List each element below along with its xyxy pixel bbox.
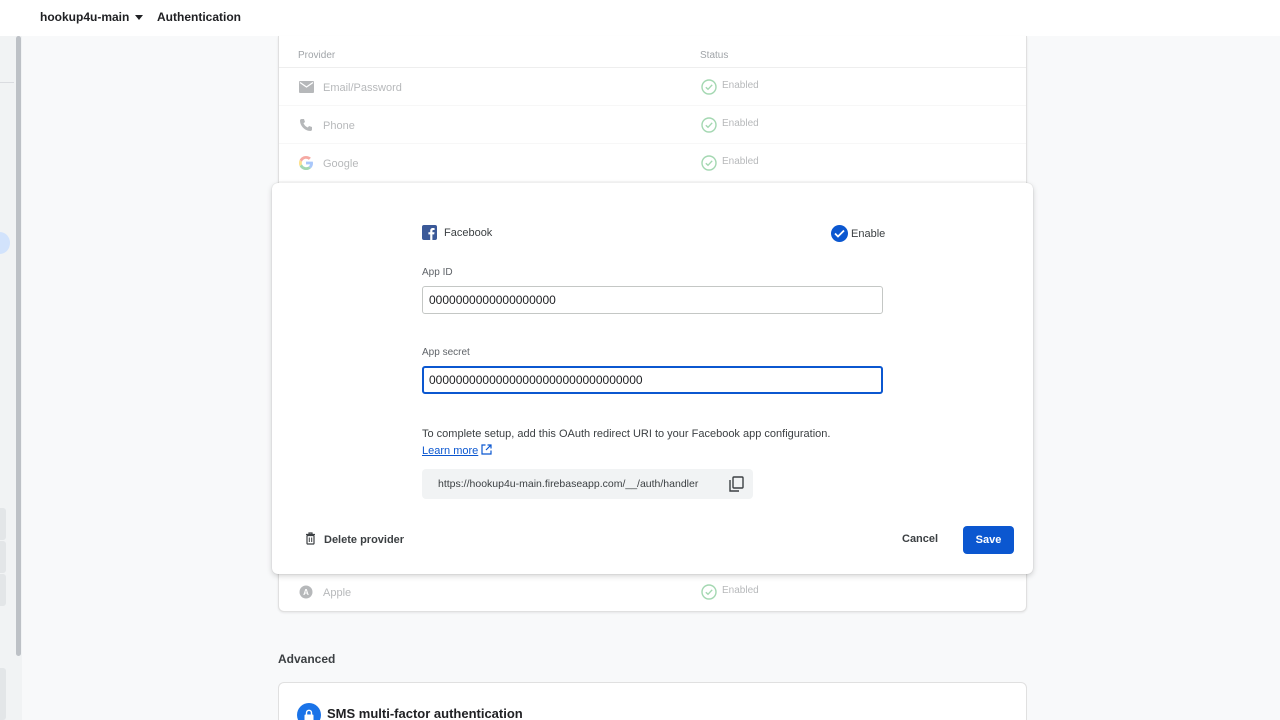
scrollbar[interactable] [16, 36, 21, 656]
phone-icon [298, 117, 314, 133]
project-switcher[interactable]: hookup4u-main [40, 10, 144, 24]
learn-more-label: Learn more [422, 445, 479, 457]
copy-icon[interactable] [728, 476, 744, 492]
rail-tab[interactable] [0, 574, 6, 606]
apple-icon: A [298, 584, 314, 600]
provider-column-header: Provider [298, 50, 336, 61]
app-id-label: App ID [422, 267, 453, 278]
provider-status: Enabled [722, 80, 759, 91]
check-circle-icon [701, 79, 717, 95]
provider-name: Apple [323, 587, 352, 599]
provider-status: Enabled [722, 156, 759, 167]
learn-more-link[interactable]: Learn more [422, 444, 492, 458]
providers-table-header: Provider Status [279, 36, 1026, 68]
lock-icon [297, 703, 321, 720]
enable-label: Enable [851, 227, 886, 240]
app-id-field[interactable] [422, 286, 883, 314]
svg-text:A: A [303, 588, 309, 597]
check-circle-icon [701, 584, 717, 600]
trash-icon [305, 532, 316, 548]
google-icon [298, 155, 314, 171]
delete-provider-button[interactable]: Delete provider [305, 532, 404, 548]
rail-active-indicator[interactable] [0, 232, 10, 254]
rail-tab[interactable] [0, 668, 6, 720]
provider-name: Google [323, 158, 359, 170]
save-button[interactable]: Save [963, 526, 1014, 554]
check-circle-icon [701, 155, 717, 171]
cancel-button[interactable]: Cancel [902, 533, 938, 545]
app-secret-label: App secret [422, 347, 470, 358]
left-nav-rail [0, 36, 22, 720]
mail-icon [298, 79, 314, 95]
provider-name: Email/Password [323, 82, 402, 94]
delete-provider-label: Delete provider [324, 534, 405, 546]
provider-row-apple[interactable]: A Apple Enabled [279, 573, 1026, 611]
provider-heading: Facebook [422, 225, 492, 240]
project-name: hookup4u-main [40, 10, 130, 24]
status-column-header: Status [700, 50, 729, 61]
checkmark-icon [831, 225, 848, 242]
provider-name: Phone [323, 120, 355, 132]
provider-row-phone[interactable]: Phone Enabled [279, 106, 1026, 144]
app-secret-field[interactable] [422, 366, 883, 394]
provider-status: Enabled [722, 118, 759, 129]
sms-mfa-title: SMS multi-factor authentication [327, 706, 523, 720]
sms-mfa-card[interactable]: SMS multi-factor authentication [278, 682, 1027, 720]
facebook-icon [422, 225, 437, 240]
rail-tab[interactable] [0, 541, 6, 573]
oauth-help-text: To complete setup, add this OAuth redire… [422, 428, 831, 440]
provider-name: Facebook [444, 226, 493, 239]
redirect-uri: https://hookup4u-main.firebaseapp.com/__… [438, 478, 699, 490]
provider-row-email[interactable]: Email/Password Enabled [279, 68, 1026, 106]
external-link-icon [481, 444, 492, 458]
check-circle-icon [701, 117, 717, 133]
page-title: Authentication [157, 10, 241, 24]
provider-status: Enabled [722, 585, 759, 596]
redirect-uri-box: https://hookup4u-main.firebaseapp.com/__… [422, 469, 753, 499]
provider-row-google[interactable]: Google Enabled [279, 144, 1026, 182]
top-bar: hookup4u-main Authentication [0, 0, 1280, 36]
enable-toggle[interactable]: Enable [831, 225, 885, 242]
rail-tab[interactable] [0, 508, 6, 540]
rail-divider [0, 82, 14, 83]
caret-down-icon [135, 14, 144, 20]
advanced-section-title: Advanced [278, 652, 336, 666]
facebook-provider-dialog: Facebook Enable App ID App secret To com… [272, 183, 1033, 574]
